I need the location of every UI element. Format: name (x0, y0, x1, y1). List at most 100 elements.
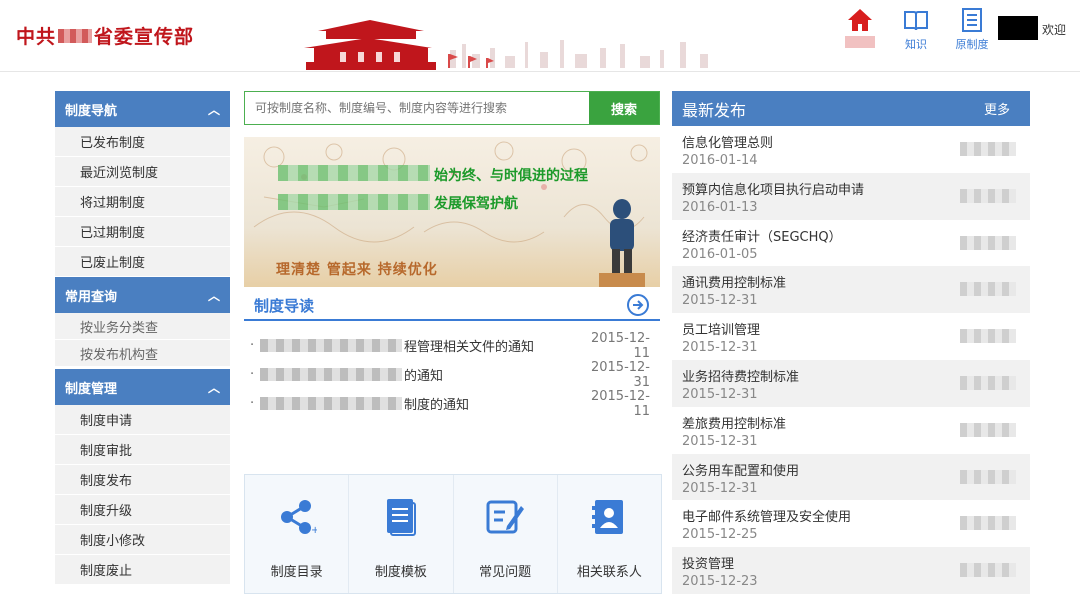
more-link[interactable]: 更多 (984, 99, 1020, 118)
blurred-text (260, 368, 402, 381)
list-item[interactable]: · 程管理相关文件的通知 2015-12-11 (244, 330, 660, 361)
latest-item[interactable]: 预算内信息化项目执行启动申请 2016-01-13 (672, 172, 1030, 220)
home-nav[interactable] (842, 8, 878, 52)
tiananmen-banner-image (300, 4, 760, 70)
guide-item-date: 2015-12-31 (590, 359, 650, 390)
guide-item-title: 制度的通知 (404, 398, 470, 413)
bullet-icon: · (250, 396, 255, 411)
svg-text:+: + (311, 525, 317, 535)
sidebar-item-publish[interactable]: 制度发布 (55, 465, 230, 495)
blurred-text (960, 282, 1016, 297)
guide-item-title: 的通知 (404, 369, 444, 384)
document-list-icon (962, 8, 982, 32)
quick-link-label: 制度目录 (270, 565, 323, 580)
section-title: 制度导航 (65, 103, 118, 119)
book-icon (904, 11, 928, 31)
guide-item-date: 2015-12-11 (590, 388, 650, 419)
center-column: 搜索 始为终、与时俱进的过程 发展保驾护航 理清楚 管起来 持续优化 (244, 91, 660, 419)
blurred-text (960, 563, 1016, 578)
chevron-up-icon: ︿ (207, 102, 220, 117)
guide-title: 制度导读 (254, 296, 315, 315)
section-title: 制度管理 (65, 381, 118, 397)
chevron-up-icon: ︿ (207, 380, 220, 395)
blurred-text (960, 188, 1016, 203)
latest-title: 最新发布 (682, 100, 747, 120)
hero-banner[interactable]: 始为终、与时俱进的过程 发展保驾护航 理清楚 管起来 持续优化 (244, 137, 660, 287)
latest-item[interactable]: 经济责任审计（SEGCHQ） 2016-01-05 (672, 220, 1030, 267)
original-policy-label: 原制度 (955, 38, 989, 51)
share-icon: + (280, 500, 317, 535)
sidebar-item-abolish[interactable]: 制度废止 (55, 555, 230, 585)
blurred-text (960, 235, 1016, 250)
quick-link-catalog[interactable]: + 制度目录 (245, 475, 350, 593)
redacted-username (998, 16, 1038, 40)
list-item[interactable]: · 制度的通知 2015-12-11 (244, 388, 660, 419)
contacts-icon (592, 500, 624, 534)
sidebar-item-apply[interactable]: 制度申请 (55, 405, 230, 435)
latest-item[interactable]: 差旅费用控制标准 2015-12-31 (672, 407, 1030, 454)
hero-line2: 发展保驾护航 (434, 196, 518, 212)
list-item[interactable]: · 的通知 2015-12-31 (244, 359, 660, 390)
site-logo[interactable]: 中共 省委宣传部 (16, 22, 194, 49)
blurred-text (960, 422, 1016, 437)
blurred-text (960, 469, 1016, 484)
section-title: 常用查询 (65, 289, 118, 305)
bullet-icon: · (250, 338, 255, 353)
latest-item[interactable]: 公务用车配置和使用 2015-12-31 (672, 453, 1030, 501)
section-header-management[interactable]: 制度管理 ︿ (55, 369, 230, 405)
blurred-text (960, 516, 1016, 531)
guide-section-header: 制度导读 (244, 291, 660, 321)
arrow-right-circle-icon[interactable] (626, 293, 650, 317)
hero-line1: 始为终、与时俱进的过程 (434, 168, 588, 184)
quick-link-contacts[interactable]: 相关联系人 (558, 475, 661, 593)
blurred-text (960, 142, 1016, 156)
home-icon (848, 9, 872, 31)
blurred-text (960, 329, 1016, 344)
sidebar-item-published[interactable]: 已发布制度 (55, 127, 230, 157)
document-icon (386, 499, 416, 536)
section-header-common-query[interactable]: 常用查询 ︿ (55, 277, 230, 313)
blurred-home-label (845, 36, 875, 48)
sidebar-item-abolished[interactable]: 已废止制度 (55, 247, 230, 277)
blurred-text (260, 339, 402, 352)
sidebar-item-minor-edit[interactable]: 制度小修改 (55, 525, 230, 555)
latest-header: 最新发布 更多 (672, 91, 1030, 126)
knowledge-nav[interactable]: 知识 (898, 8, 934, 52)
search-button[interactable]: 搜索 (589, 92, 659, 124)
sidebar-item-expired[interactable]: 已过期制度 (55, 217, 230, 247)
latest-item[interactable]: 信息化管理总则 2016-01-14 (672, 126, 1030, 173)
latest-panel: 最新发布 更多 信息化管理总则 2016-01-14 预算内信息化项目执行启动申… (672, 91, 1030, 594)
sidebar-item-by-org[interactable]: 按发布机构查 (55, 340, 230, 367)
quick-link-label: 常见问题 (479, 565, 532, 580)
blurred-hero-text (278, 165, 430, 181)
original-policy-nav[interactable]: 原制度 (954, 8, 990, 52)
latest-item[interactable]: 业务招待费控制标准 2015-12-31 (672, 359, 1030, 407)
quick-links-panel: + 制度目录 制度模板 常见问题 相关联系人 (244, 474, 662, 594)
hero-slogan: 理清楚 管起来 持续优化 (276, 262, 438, 278)
search-bar: 搜索 (244, 91, 660, 125)
sidebar-item-approve[interactable]: 制度审批 (55, 435, 230, 465)
section-header-navigation[interactable]: 制度导航 ︿ (55, 91, 230, 127)
quick-link-label: 制度模板 (374, 565, 427, 580)
latest-item[interactable]: 员工培训管理 2015-12-31 (672, 313, 1030, 360)
brand-right: 省委宣传部 (94, 26, 195, 48)
sidebar-item-expiring[interactable]: 将过期制度 (55, 187, 230, 217)
blurred-text (260, 397, 402, 410)
blurred-hero-text (278, 194, 430, 210)
bullet-icon: · (250, 367, 255, 382)
guide-item-date: 2015-12-11 (590, 330, 650, 361)
latest-item[interactable]: 通讯费用控制标准 2015-12-31 (672, 266, 1030, 314)
welcome-text: 欢迎 (1041, 23, 1066, 37)
latest-item[interactable]: 电子邮件系统管理及安全使用 2015-12-25 (672, 500, 1030, 547)
sidebar-item-by-business[interactable]: 按业务分类查 (55, 313, 230, 340)
latest-item[interactable]: 投资管理 2015-12-23 (672, 547, 1030, 594)
quick-link-template[interactable]: 制度模板 (349, 475, 454, 593)
sidebar-item-recently-viewed[interactable]: 最近浏览制度 (55, 157, 230, 187)
search-input[interactable] (245, 92, 589, 124)
guide-list: · 程管理相关文件的通知 2015-12-11 · 的通知 2015-12-31… (244, 321, 660, 419)
knowledge-label: 知识 (905, 38, 927, 51)
quick-link-label: 相关联系人 (576, 565, 642, 580)
header-nav: 知识 原制度 (842, 8, 990, 52)
sidebar-item-upgrade[interactable]: 制度升级 (55, 495, 230, 525)
quick-link-faq[interactable]: 常见问题 (454, 475, 558, 593)
